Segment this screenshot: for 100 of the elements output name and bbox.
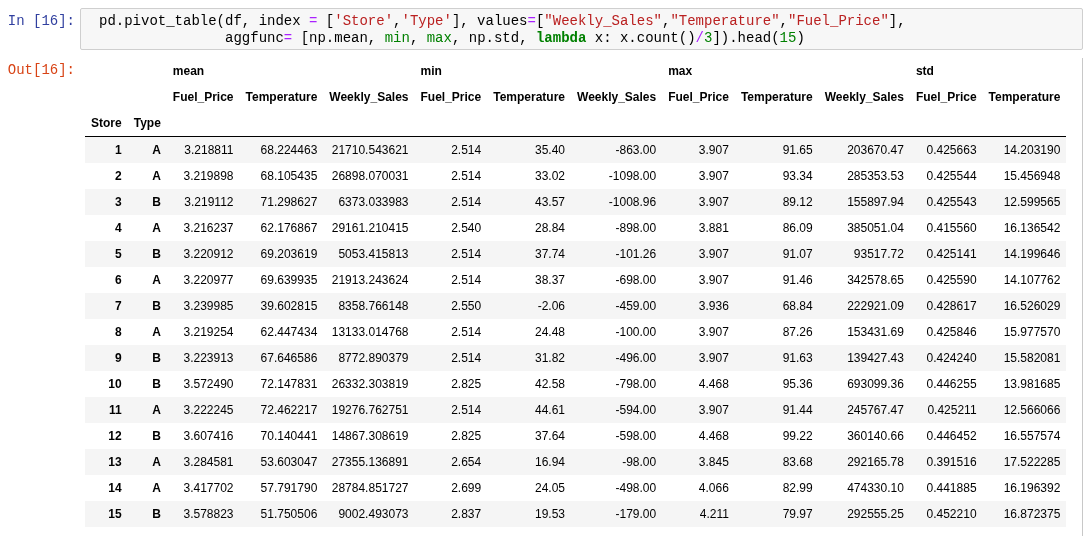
table-cell: 14.199646 bbox=[982, 241, 1067, 267]
index-cell: 4 bbox=[85, 215, 128, 241]
table-cell: 38.37 bbox=[487, 267, 571, 293]
column-group-header: std bbox=[914, 63, 935, 80]
table-cell: 153431.69 bbox=[818, 319, 910, 345]
index-cell: 6 bbox=[85, 267, 128, 293]
table-cell: 0.425544 bbox=[909, 163, 983, 189]
index-cell: 10 bbox=[85, 371, 128, 397]
table-cell: 16.94 bbox=[487, 449, 571, 475]
table-cell: 69.203619 bbox=[239, 241, 324, 267]
table-cell: 39.602815 bbox=[239, 293, 324, 319]
table-cell: 15.456948 bbox=[982, 163, 1067, 189]
index-cell: B bbox=[127, 293, 167, 319]
column-header: Temperature bbox=[492, 89, 566, 106]
table-cell: -798.00 bbox=[571, 371, 663, 397]
table-cell: 9002.493073 bbox=[323, 501, 415, 527]
column-header: Weekly_Sales bbox=[823, 89, 905, 106]
table-cell: 27355.136891 bbox=[323, 449, 415, 475]
table-cell: 2.514 bbox=[414, 345, 488, 371]
table-cell: 2.550 bbox=[414, 293, 488, 319]
table-cell: 3.218811 bbox=[166, 136, 240, 163]
table-cell: 3.907 bbox=[662, 189, 735, 215]
table-cell: 3.907 bbox=[662, 163, 735, 189]
table-cell: 285353.53 bbox=[818, 163, 910, 189]
index-cell: A bbox=[127, 163, 167, 189]
table-cell: 2.825 bbox=[414, 423, 488, 449]
table-cell: 2.514 bbox=[414, 241, 488, 267]
table-cell: 0.425590 bbox=[909, 267, 983, 293]
column-header: Fuel_Price bbox=[914, 89, 978, 106]
table-cell: 42.58 bbox=[487, 371, 571, 397]
table-cell: 203670.47 bbox=[818, 136, 910, 163]
table-cell: 2.514 bbox=[414, 189, 488, 215]
table-cell: 2.540 bbox=[414, 215, 488, 241]
table-cell: 3.219112 bbox=[166, 189, 240, 215]
table-cell: 24.48 bbox=[487, 319, 571, 345]
table-cell: 2.825 bbox=[414, 371, 488, 397]
table-cell: 3.220977 bbox=[166, 267, 240, 293]
index-cell: B bbox=[127, 501, 167, 527]
code-cell[interactable]: pd.pivot_table(df, index = ['Store','Type'], values=["Weekly_Sales","Temperature","Fuel_Price"], aggfunc= [np.mean, min, max, np.std, lambda x: x.count()/3]).head(15) bbox=[80, 8, 1083, 50]
table-cell: 2.514 bbox=[414, 136, 488, 163]
table-cell: 19276.762751 bbox=[323, 397, 415, 423]
table-cell: 72.462217 bbox=[239, 397, 324, 423]
table-cell: 3.907 bbox=[662, 397, 735, 423]
index-cell: A bbox=[127, 215, 167, 241]
table-cell: 0.415560 bbox=[909, 215, 983, 241]
index-header: Type bbox=[127, 110, 167, 137]
table-cell: 16.557574 bbox=[982, 423, 1067, 449]
table-cell: 3.220912 bbox=[166, 241, 240, 267]
table-cell: 8358.766148 bbox=[323, 293, 415, 319]
table-cell: 474330.10 bbox=[818, 475, 910, 501]
table-cell: 71.298627 bbox=[239, 189, 324, 215]
index-cell: 9 bbox=[85, 345, 128, 371]
table-cell: -698.00 bbox=[571, 267, 663, 293]
column-header: Weekly_Sales bbox=[576, 89, 658, 106]
table-cell: 14.203190 bbox=[982, 136, 1067, 163]
index-cell: 3 bbox=[85, 189, 128, 215]
table-cell: 28.84 bbox=[487, 215, 571, 241]
table-cell: 245767.47 bbox=[818, 397, 910, 423]
table-cell: 3.284581 bbox=[166, 449, 240, 475]
table-cell: 3.907 bbox=[662, 345, 735, 371]
index-cell: B bbox=[127, 371, 167, 397]
table-cell: 3.223913 bbox=[166, 345, 240, 371]
column-header: Fuel_Price bbox=[667, 89, 730, 106]
table-cell: 87.26 bbox=[734, 319, 819, 345]
table-cell: 21710.543621 bbox=[323, 136, 415, 163]
table-cell: 79.97 bbox=[734, 501, 819, 527]
table-cell: 19.53 bbox=[487, 501, 571, 527]
index-cell: 15 bbox=[85, 501, 128, 527]
table-cell: -1008.96 bbox=[571, 189, 663, 215]
table-cell: 13.981685 bbox=[982, 371, 1067, 397]
index-cell: 13 bbox=[85, 449, 128, 475]
table-cell: 0.452210 bbox=[909, 501, 983, 527]
table-cell: 3.881 bbox=[662, 215, 735, 241]
table-cell: 91.46 bbox=[734, 267, 819, 293]
index-cell: 14 bbox=[85, 475, 128, 501]
column-header: Temperature bbox=[987, 89, 1062, 106]
table-cell: 3.907 bbox=[662, 136, 735, 163]
table-cell: 67.646586 bbox=[239, 345, 324, 371]
table-cell: 37.64 bbox=[487, 423, 571, 449]
table-cell: 3.578823 bbox=[166, 501, 240, 527]
table-cell: 29161.210415 bbox=[323, 215, 415, 241]
index-cell: A bbox=[127, 319, 167, 345]
table-cell: 292165.78 bbox=[818, 449, 910, 475]
table-cell: 0.424240 bbox=[909, 345, 983, 371]
table-cell: 83.68 bbox=[734, 449, 819, 475]
table-cell: 3.845 bbox=[662, 449, 735, 475]
table-cell: 68.84 bbox=[734, 293, 819, 319]
table-cell: 0.425846 bbox=[909, 319, 983, 345]
column-group-header: mean bbox=[171, 63, 206, 80]
index-cell: B bbox=[127, 345, 167, 371]
index-cell: A bbox=[127, 397, 167, 423]
table-cell: 3.907 bbox=[662, 267, 735, 293]
table-cell: 2.654 bbox=[414, 449, 488, 475]
table-cell: 99.22 bbox=[734, 423, 819, 449]
column-header: Temperature bbox=[739, 89, 814, 106]
index-cell: 12 bbox=[85, 423, 128, 449]
index-cell: 5 bbox=[85, 241, 128, 267]
table-cell: 3.907 bbox=[662, 241, 735, 267]
column-header: Temperature bbox=[244, 89, 319, 106]
table-cell: 3.417702 bbox=[166, 475, 240, 501]
